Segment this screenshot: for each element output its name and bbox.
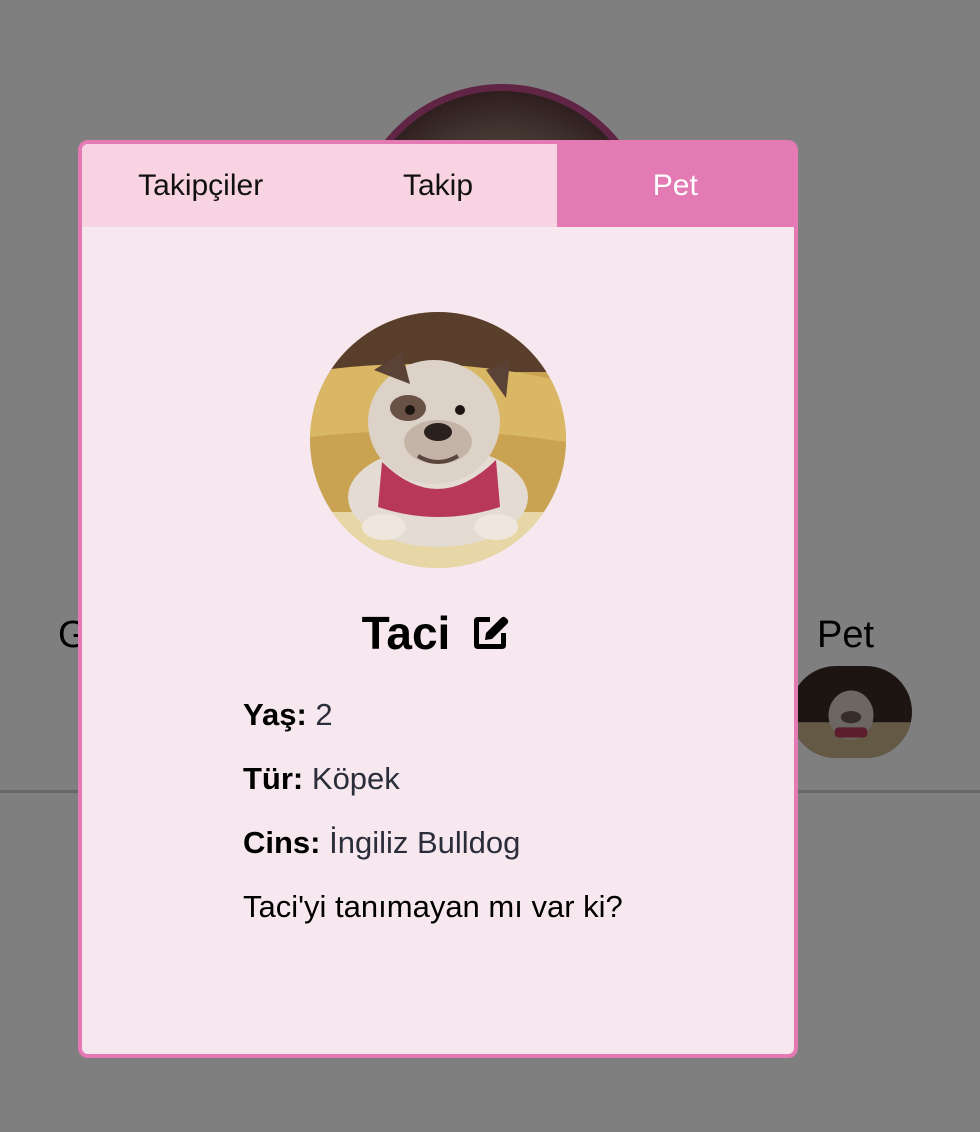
breed-value: İngiliz Bulldog [329, 825, 521, 860]
pet-name-row: Taci [82, 606, 794, 660]
detail-type: Tür: Köpek [243, 756, 623, 820]
age-label: Yaş: [243, 697, 307, 732]
tab-followers[interactable]: Takipçiler [82, 144, 320, 227]
type-label: Tür: [243, 761, 304, 796]
age-value: 2 [315, 697, 333, 732]
pet-details: Yaş: 2 Tür: Köpek Cins: İngiliz Bulldog … [243, 692, 623, 948]
detail-breed: Cins: İngiliz Bulldog [243, 820, 623, 884]
pet-modal: Takipçiler Takip Pet Taci Yaş: 2 Tür: Kö… [78, 140, 798, 1058]
pet-photo [310, 312, 566, 568]
detail-age: Yaş: 2 [243, 692, 623, 756]
pet-name: Taci [361, 607, 451, 659]
edit-icon[interactable] [466, 609, 514, 657]
breed-label: Cins: [243, 825, 321, 860]
tab-following[interactable]: Takip [319, 144, 557, 227]
pet-description: Taci'yi tanımayan mı var ki? [243, 889, 623, 924]
modal-tabs: Takipçiler Takip Pet [82, 144, 794, 227]
tab-pet[interactable]: Pet [556, 144, 794, 227]
type-value: Köpek [311, 761, 400, 796]
